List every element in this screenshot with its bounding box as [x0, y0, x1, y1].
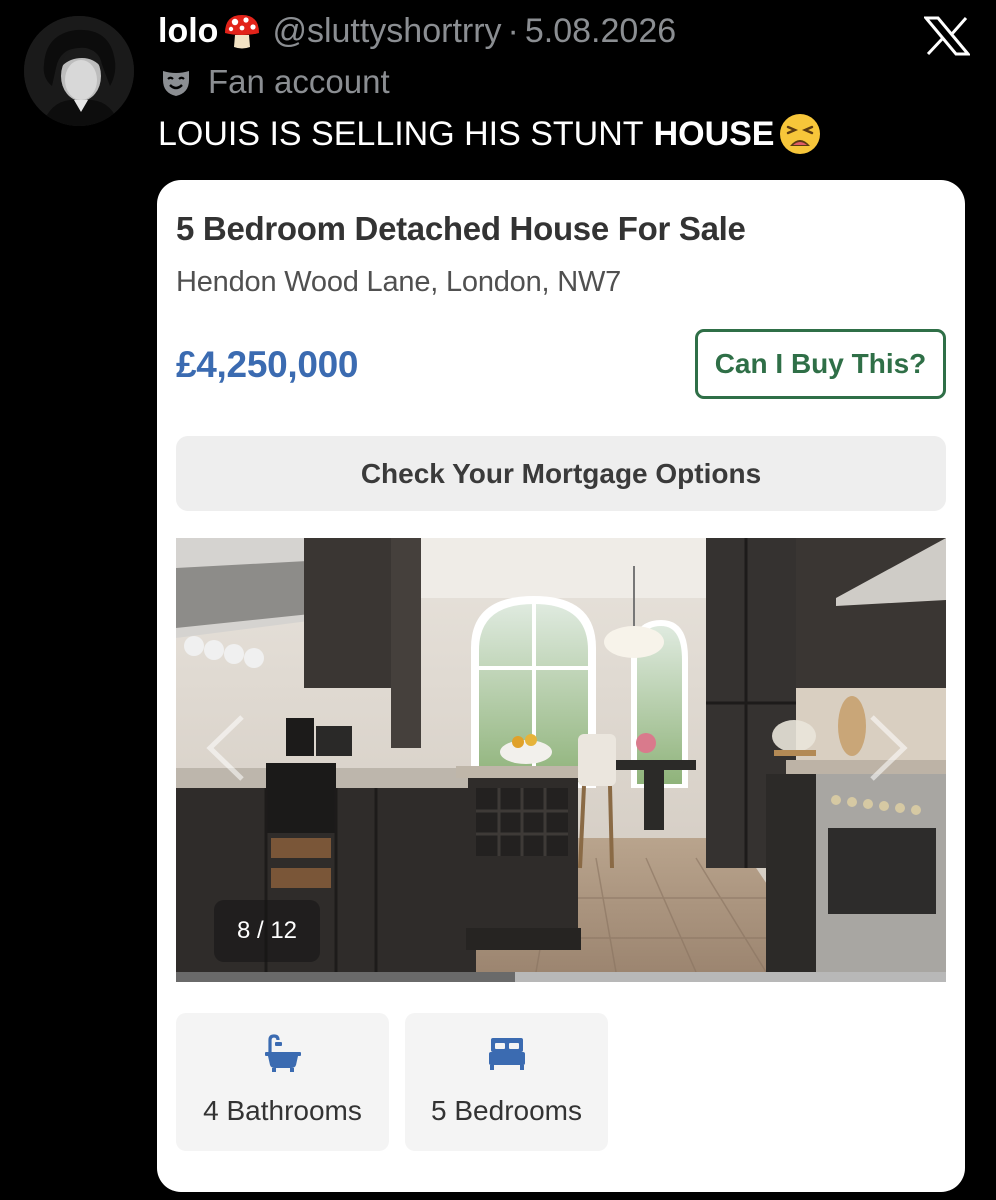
gallery-scrollbar-thumb[interactable] [176, 972, 515, 982]
x-logo-icon[interactable] [924, 16, 970, 56]
image-counter: 8 / 12 [214, 900, 320, 962]
display-name[interactable]: lolo [158, 12, 218, 51]
next-image-chevron-icon[interactable] [866, 713, 910, 783]
bed-icon [487, 1033, 527, 1073]
feature-bedrooms: 5 Bedrooms [405, 1013, 608, 1151]
photo-gallery[interactable]: 8 / 12 [176, 538, 946, 972]
bathrooms-label: 4 Bathrooms [203, 1095, 362, 1126]
bedrooms-label: 5 Bedrooms [431, 1095, 582, 1126]
listing-card[interactable]: 5 Bedroom Detached House For Sale Hendon… [157, 180, 965, 1192]
listing-title: 5 Bedroom Detached House For Sale [176, 210, 746, 247]
tweet-text: LOUIS IS SELLING HIS STUNT HOUSE [158, 110, 822, 158]
tweet-date[interactable]: 5.08.2026 [525, 12, 676, 51]
weary-face-icon [778, 112, 822, 156]
avatar[interactable] [24, 16, 134, 126]
bathtub-icon [263, 1033, 303, 1073]
can-i-buy-this-button[interactable]: Can I Buy This? [695, 329, 946, 399]
account-label-text: Fan account [208, 63, 390, 100]
tweet-text-prefix: LOUIS IS SELLING HIS STUNT [158, 114, 644, 153]
mask-icon [160, 66, 192, 98]
tweet-text-bold: HOUSE [653, 114, 775, 153]
separator-dot: · [507, 11, 519, 50]
mushroom-icon [222, 11, 262, 51]
account-label: Fan account [158, 62, 390, 102]
tweet-header: lolo @sluttyshortrry · 5.08.2026 [158, 8, 676, 54]
previous-image-chevron-icon[interactable] [204, 713, 248, 783]
handle[interactable]: @sluttyshortrry [272, 12, 501, 51]
feature-bathrooms: 4 Bathrooms [176, 1013, 389, 1151]
gallery-scrollbar[interactable] [176, 972, 946, 982]
listing-price: £4,250,000 [176, 344, 359, 385]
listing-address: Hendon Wood Lane, London, NW7 [176, 266, 622, 298]
check-mortgage-options-button[interactable]: Check Your Mortgage Options [176, 436, 946, 511]
